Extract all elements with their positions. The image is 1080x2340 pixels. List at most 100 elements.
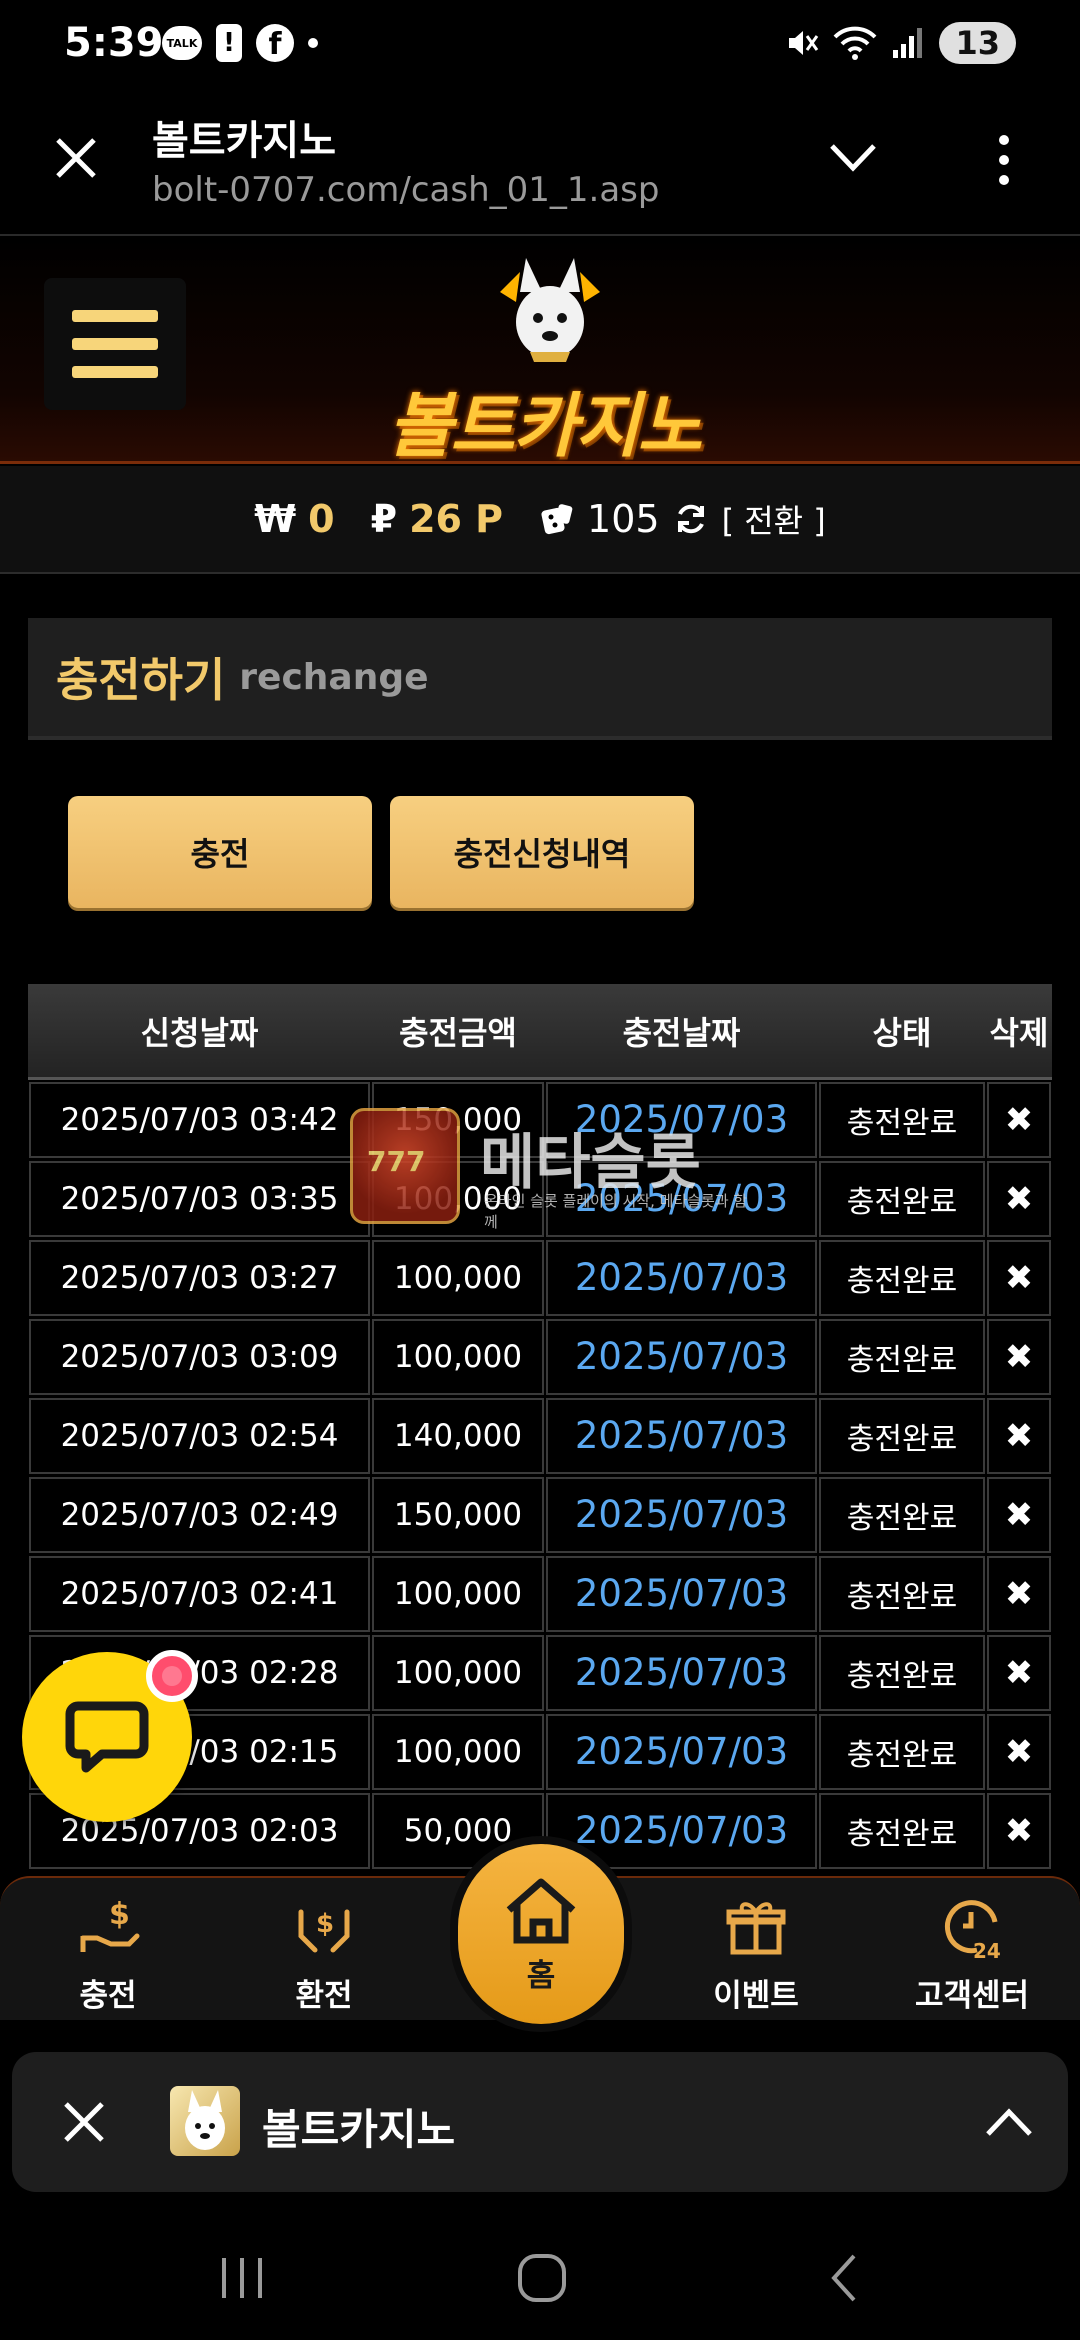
nav-item-withdraw[interactable]: $ 환전	[244, 1892, 404, 2015]
gift-icon	[726, 1902, 786, 1955]
chip-balance-value: 105	[587, 497, 660, 541]
charge-button[interactable]: 충전	[68, 796, 372, 908]
cell-charged-date-link[interactable]: 2025/07/03	[546, 1160, 817, 1237]
cell-status: 충전완료	[819, 1555, 985, 1632]
delete-button[interactable]: ✖	[987, 1239, 1051, 1316]
charge-history-button[interactable]: 충전신청내역	[390, 796, 694, 908]
nav-item-deposit[interactable]: $ 충전	[28, 1892, 188, 2015]
nav-item-support[interactable]: 24 고객센터	[892, 1892, 1052, 2015]
balance-bar: ₩ 0 ₽ 26 P 105 [ 전환 ]	[0, 466, 1080, 574]
chat-notification-badge	[146, 1650, 198, 1702]
col-header-charged-date: 충전날짜	[622, 1013, 741, 1052]
section-title: 충전하기 rechange	[28, 618, 1052, 740]
delete-button[interactable]: ✖	[987, 1476, 1051, 1553]
logo-text: 볼트카지노	[388, 385, 702, 467]
cell-charged-date-link[interactable]: 2025/07/03	[546, 1713, 817, 1790]
cell-charged-date-link[interactable]: 2025/07/03	[546, 1318, 817, 1395]
menu-icon-bar	[72, 310, 158, 322]
delete-x-icon: ✖	[1004, 1652, 1034, 1693]
delete-button[interactable]: ✖	[987, 1318, 1051, 1395]
dog-mascot-icon	[500, 258, 600, 362]
cell-charged-date-link[interactable]: 2025/07/03	[546, 1397, 817, 1474]
cell-status: 충전완료	[819, 1160, 985, 1237]
delete-button[interactable]: ✖	[987, 1634, 1051, 1711]
cell-charged-date-link[interactable]: 2025/07/03	[546, 1555, 817, 1632]
facebook-icon: f	[256, 24, 294, 62]
alert-icon: !	[216, 24, 242, 62]
cell-requested-date: 2025/07/03 02:54	[29, 1397, 370, 1474]
cell-amount: 100,000	[372, 1555, 544, 1632]
cell-charged-date-link[interactable]: 2025/07/03	[546, 1634, 817, 1711]
cell-requested-date: 2025/07/03 03:42	[29, 1081, 370, 1158]
table-row: 2025/07/03 02:41 100,000 2025/07/03 충전완료…	[28, 1554, 1052, 1633]
delete-x-icon: ✖	[1004, 1810, 1034, 1851]
status-notification-icons: TALK ! f	[162, 24, 318, 62]
svg-text:24: 24	[973, 1939, 1001, 1962]
menu-icon-bar	[72, 366, 158, 378]
close-icon[interactable]	[48, 130, 104, 186]
table-row: 2025/07/03 03:35 100,000 2025/07/03 충전완료…	[28, 1159, 1052, 1238]
back-icon[interactable]	[816, 2248, 876, 2308]
cell-charged-date-link[interactable]: 2025/07/03	[546, 1239, 817, 1316]
cell-amount: 100,000	[372, 1318, 544, 1395]
kakaotalk-icon: TALK	[162, 26, 202, 60]
mute-icon	[789, 31, 819, 55]
delete-x-icon: ✖	[1004, 1178, 1034, 1219]
cash-balance: ₩ 0	[254, 497, 334, 541]
nav-item-event[interactable]: 이벤트	[676, 1892, 836, 2015]
battery-indicator: 13	[939, 22, 1016, 64]
col-header-requested-date: 신청날짜	[140, 1013, 259, 1052]
delete-button[interactable]: ✖	[987, 1713, 1051, 1790]
signal-icon	[893, 28, 923, 58]
home-button-icon[interactable]	[512, 2248, 572, 2308]
exchange-hands-icon: $	[298, 1909, 350, 1953]
section-title-main: 충전하기	[56, 653, 226, 707]
cell-requested-date: 2025/07/03 02:49	[29, 1476, 370, 1553]
browser-url[interactable]: bolt-0707.com/cash_01_1.asp	[152, 170, 659, 210]
nav-label-home: 홈	[526, 1957, 556, 1994]
won-symbol: ₩	[254, 497, 297, 541]
delete-x-icon: ✖	[1004, 1731, 1034, 1772]
cell-status: 충전완료	[819, 1081, 985, 1158]
cell-status: 충전완료	[819, 1397, 985, 1474]
col-header-delete: 삭제	[989, 1013, 1049, 1052]
refresh-icon[interactable]	[672, 500, 710, 538]
dog-mascot-icon	[185, 2090, 225, 2150]
delete-button[interactable]: ✖	[987, 1792, 1051, 1869]
menu-icon-bar	[72, 338, 158, 350]
delete-x-icon: ✖	[1004, 1415, 1034, 1456]
recent-apps-icon[interactable]	[212, 2248, 272, 2308]
browser-tab-sheet: 볼트카지노	[12, 2052, 1068, 2192]
site-logo[interactable]: 볼트카지노	[360, 252, 730, 467]
svg-text:$: $	[316, 1909, 334, 1939]
cell-amount: 140,000	[372, 1397, 544, 1474]
site-header: 볼트카지노	[0, 238, 1080, 467]
more-vert-icon[interactable]	[984, 130, 1024, 190]
cell-status: 충전완료	[819, 1239, 985, 1316]
cash-balance-value: 0	[308, 497, 335, 541]
cell-charged-date-link[interactable]: 2025/07/03	[546, 1476, 817, 1553]
switch-balance-link[interactable]: [ 전환 ]	[722, 496, 826, 542]
cell-requested-date: 2025/07/03 02:41	[29, 1555, 370, 1632]
cell-charged-date-link[interactable]: 2025/07/03	[546, 1081, 817, 1158]
chevron-up-icon[interactable]	[982, 2102, 1036, 2142]
table-row: 2025/07/03 02:49 150,000 2025/07/03 충전완료…	[28, 1475, 1052, 1554]
table-header: 신청날짜 충전금액 충전날짜 상태 삭제	[28, 984, 1052, 1080]
cell-status: 충전완료	[819, 1713, 985, 1790]
delete-x-icon: ✖	[1004, 1099, 1034, 1140]
chevron-down-icon[interactable]	[826, 138, 880, 178]
cell-requested-date: 2025/07/03 03:09	[29, 1318, 370, 1395]
system-navigation-bar	[0, 2212, 1080, 2340]
delete-button[interactable]: ✖	[987, 1555, 1051, 1632]
delete-x-icon: ✖	[1004, 1336, 1034, 1377]
nav-label-event: 이벤트	[713, 1978, 799, 2014]
section-title-sub: rechange	[239, 656, 429, 698]
close-icon[interactable]	[56, 2094, 112, 2150]
hamburger-menu-button[interactable]	[44, 278, 186, 410]
delete-button[interactable]: ✖	[987, 1081, 1051, 1158]
nav-item-home[interactable]: 홈	[458, 1844, 624, 2024]
deposit-hand-icon: $	[80, 1897, 140, 1952]
delete-button[interactable]: ✖	[987, 1397, 1051, 1474]
delete-button[interactable]: ✖	[987, 1160, 1051, 1237]
badge-dot	[162, 1666, 182, 1686]
